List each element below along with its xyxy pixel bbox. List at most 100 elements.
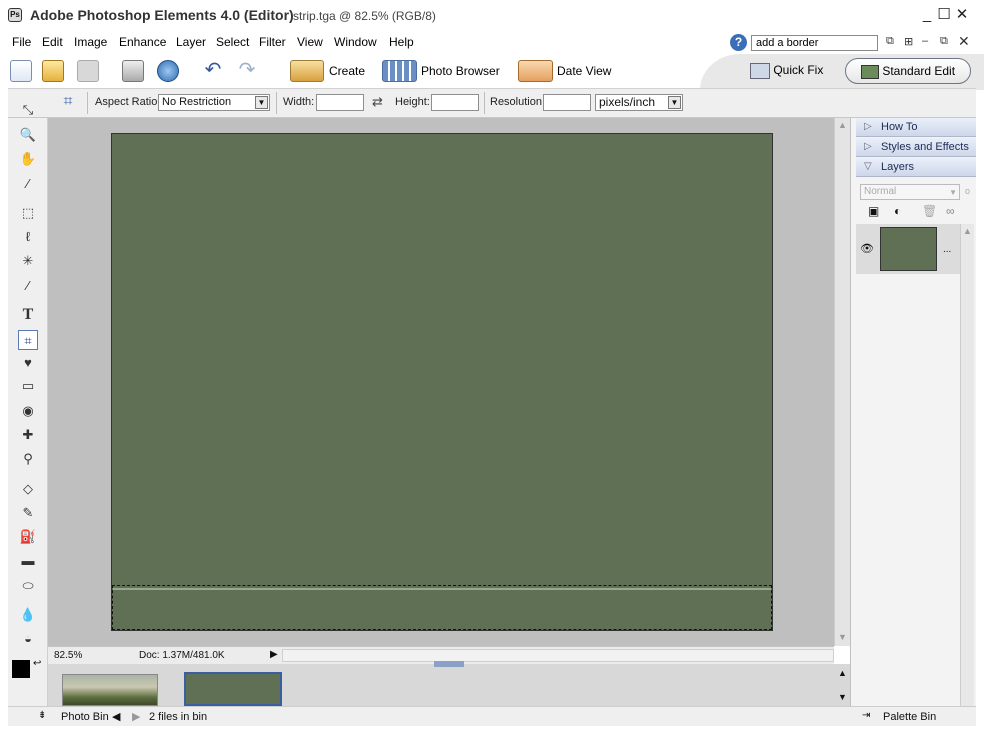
help-icon[interactable]: ? [730,34,747,51]
move-tool-icon[interactable]: ⤡ [18,100,38,120]
app-title: Adobe Photoshop Elements 4.0 (Editor) [30,7,294,23]
resolution-input[interactable] [543,94,591,111]
eraser-tool-icon[interactable]: ◇ [18,479,38,499]
scroll-up-icon[interactable]: ▲ [963,226,972,236]
horizontal-scrollbar[interactable] [282,649,834,662]
eyedropper-tool-icon[interactable]: ⁄ [18,174,38,194]
marquee-tool-icon[interactable]: ⬚ [18,203,38,223]
standard-edit-button[interactable]: Standard Edit [845,58,971,84]
save-icon[interactable] [77,60,99,82]
healing-brush-tool-icon[interactable]: ✚ [18,425,38,445]
crop-selection-marquee[interactable] [112,585,772,630]
menu-enhance[interactable]: Enhance [119,35,166,49]
swap-icon[interactable]: ⇄ [372,94,383,110]
menu-layer[interactable]: Layer [176,35,206,49]
help-search-input[interactable] [751,35,878,51]
create-icon[interactable] [290,60,324,82]
menu-window[interactable]: Window [334,35,377,49]
files-in-bin-count: 2 files in bin [149,711,208,723]
photo-browser-icon[interactable] [382,60,417,82]
photo-bin-resize-handle[interactable] [434,661,464,667]
height-input[interactable] [431,94,479,111]
paint-bucket-tool-icon[interactable]: ⛽ [18,527,38,547]
open-folder-icon[interactable] [42,60,64,82]
brush-tool-icon[interactable]: ✎ [18,503,38,523]
how-to-palette-header[interactable]: ▷ How To [856,118,976,137]
cascade-icon[interactable]: ⧉ [886,35,894,48]
bin-scroll-down-icon[interactable]: ▼ [838,692,847,702]
maximize-button[interactable]: ☐ [935,6,953,24]
magic-wand-tool-icon[interactable]: ✳ [18,251,38,271]
gradient-tool-icon[interactable]: ▬ [18,551,38,571]
layers-palette-header[interactable]: ▽ Layers [856,158,976,177]
straighten-tool-icon[interactable]: ▭ [18,376,38,396]
crop-tool-button-icon[interactable]: ⌗ [18,330,38,350]
photo-browser-button[interactable]: Photo Browser [421,64,500,78]
menu-edit[interactable]: Edit [42,35,63,49]
layers-scrollbar[interactable]: ▲ [960,224,974,706]
red-eye-tool-icon[interactable]: ◉ [18,401,38,421]
resolution-unit-select[interactable]: pixels/inch ▼ [595,94,683,111]
document-canvas[interactable] [111,133,773,631]
undo-icon[interactable]: ↶ [202,60,224,82]
zoom-readout[interactable]: 82.5% [54,650,82,661]
tile-icon[interactable]: ⊞ [904,35,913,48]
close-button[interactable]: ✕ [953,6,971,24]
palette-bin-toggle-icon[interactable]: ⇥ [862,710,870,721]
bin-scroll-up-icon[interactable]: ▲ [838,668,847,678]
hand-tool-icon[interactable]: ✋ [18,149,38,169]
menu-select[interactable]: Select [216,35,249,49]
menu-image[interactable]: Image [74,35,107,49]
new-layer-icon[interactable]: ▣ [868,204,879,218]
bin-previous-icon[interactable]: ◀ [112,710,120,723]
menu-help[interactable]: Help [389,35,414,49]
zoom-tool-icon[interactable]: 🔍 [18,125,38,145]
lasso-tool-icon[interactable]: ℓ [18,227,38,247]
bin-next-icon[interactable]: ▶ [132,710,140,723]
aspect-ratio-select[interactable]: No Restriction ▼ [158,94,270,111]
print-icon[interactable] [122,60,144,82]
scroll-down-icon[interactable]: ▼ [838,632,847,642]
email-icon[interactable] [157,60,179,82]
shape-tool-icon[interactable]: ⬭ [18,576,38,596]
blur-tool-icon[interactable]: 💧 [18,605,38,625]
photo-bin-label[interactable]: Photo Bin [61,711,109,723]
clone-stamp-tool-icon[interactable]: ⚲ [18,449,38,469]
photo-bin-toggle-icon[interactable]: ⇟ [38,710,46,721]
status-menu-arrow-icon[interactable]: ▶ [270,649,278,660]
quick-fix-button[interactable]: Quick Fix [750,58,830,84]
sponge-tool-icon[interactable]: ◒ [18,629,38,649]
resolution-label: Resolution: [490,96,546,108]
selection-brush-tool-icon[interactable]: ⁄ [18,276,38,296]
redo-icon[interactable]: ↷ [236,60,258,82]
swap-colors-icon[interactable]: ↩ [33,658,41,669]
bin-thumbnail-2-selected[interactable] [184,672,282,706]
create-button[interactable]: Create [329,64,365,78]
adjustment-layer-icon[interactable]: ◐ [894,204,901,218]
date-view-button[interactable]: Date View [557,64,611,78]
doc-close-button[interactable]: ✕ [958,33,970,50]
eye-visibility-icon[interactable]: 👁 [860,242,874,255]
bin-thumbnail-1[interactable] [62,674,158,706]
width-input[interactable] [316,94,364,111]
cookie-cutter-tool-icon[interactable]: ♥ [18,353,38,373]
type-tool-icon[interactable]: T [18,305,38,325]
layer-menu-ellipsis[interactable]: ... [943,244,951,255]
foreground-color-swatch[interactable] [12,660,30,678]
styles-effects-palette-header[interactable]: ▷ Styles and Effects [856,138,976,157]
link-icon[interactable]: ∞ [946,204,955,218]
blend-mode-select[interactable]: Normal ▼ [860,184,960,200]
menu-filter[interactable]: Filter [259,35,286,49]
palette-bin-label[interactable]: Palette Bin [883,711,936,723]
minimize-button[interactable]: _ [918,6,936,24]
date-view-icon[interactable] [518,60,553,82]
trash-icon[interactable]: 🗑 [922,204,937,218]
menu-view[interactable]: View [297,35,323,49]
new-file-icon[interactable] [10,60,32,82]
doc-minimize-button[interactable]: – [922,35,928,47]
doc-restore-button[interactable]: ⧉ [940,35,948,48]
opacity-icon[interactable]: o [965,186,970,196]
menu-file[interactable]: File [12,35,31,49]
vertical-scrollbar[interactable]: ▲ ▼ [834,118,850,646]
scroll-up-icon[interactable]: ▲ [838,120,847,130]
